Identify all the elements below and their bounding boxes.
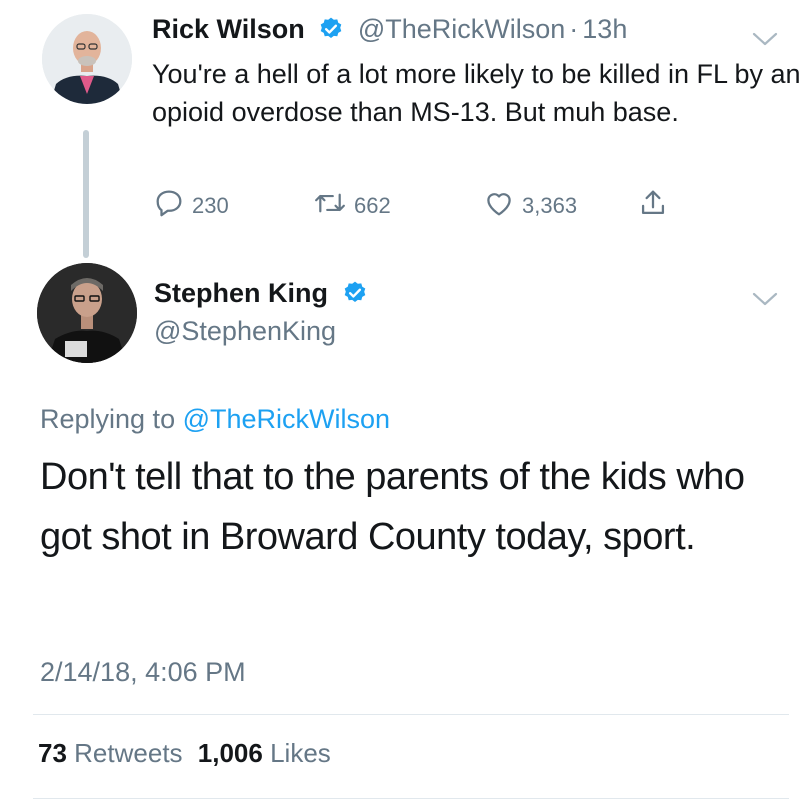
like-count: 3,363: [522, 193, 578, 218]
like-total: 1,006: [197, 738, 263, 768]
tweet-stats: 73 Retweets 1,006 Likes: [38, 738, 331, 769]
retweet-stat[interactable]: 73 Retweets: [38, 738, 183, 768]
verified-icon: [342, 280, 368, 306]
tweet-timestamp[interactable]: 2/14/18, 4:06 PM: [40, 657, 246, 688]
thread-connector-line: [83, 130, 89, 258]
tweet2-header: Stephen King: [154, 278, 368, 309]
rick-wilson-avatar[interactable]: [42, 14, 132, 104]
retweet-icon: [312, 186, 354, 226]
chevron-down-icon[interactable]: [750, 30, 780, 53]
chevron-down-icon[interactable]: [750, 290, 780, 313]
author-name[interactable]: Rick Wilson: [152, 14, 305, 44]
tweet2-text: Don't tell that to the parents of the ki…: [40, 456, 745, 558]
author-name[interactable]: Stephen King: [154, 278, 328, 308]
retweet-count: 662: [354, 193, 391, 218]
divider-bottom: [33, 798, 789, 799]
author-handle[interactable]: @StephenKing: [154, 316, 336, 347]
reply-button[interactable]: 230: [152, 186, 229, 226]
verified-icon: [318, 16, 344, 42]
like-stat[interactable]: 1,006 Likes: [198, 738, 331, 768]
reply-count: 230: [192, 193, 229, 218]
retweet-button[interactable]: 662: [312, 186, 391, 226]
divider: [33, 714, 789, 715]
stephen-king-avatar[interactable]: [37, 263, 137, 363]
time-separator: ·: [569, 14, 579, 44]
share-icon: [636, 186, 676, 226]
tweet1-text: You're a hell of a lot more likely to be…: [152, 59, 801, 127]
replying-to: Replying to @TheRickWilson: [40, 404, 390, 435]
author-handle[interactable]: @TheRickWilson: [358, 14, 565, 44]
replying-label: Replying to: [40, 404, 176, 434]
reply-icon: [152, 186, 192, 226]
retweet-total: 73: [38, 738, 67, 768]
tweet1-header: Rick Wilson @TheRickWilson · 13h: [152, 14, 627, 45]
like-button[interactable]: 3,363: [482, 186, 577, 226]
like-stat-label: Likes: [270, 738, 331, 768]
tweet1-actions: 230 662 3,363: [152, 186, 712, 226]
replying-handle-link[interactable]: @TheRickWilson: [183, 404, 390, 434]
tweet-time[interactable]: 13h: [582, 14, 627, 44]
retweet-stat-label: Retweets: [74, 738, 183, 768]
share-button[interactable]: [636, 186, 676, 226]
like-icon: [482, 186, 522, 226]
